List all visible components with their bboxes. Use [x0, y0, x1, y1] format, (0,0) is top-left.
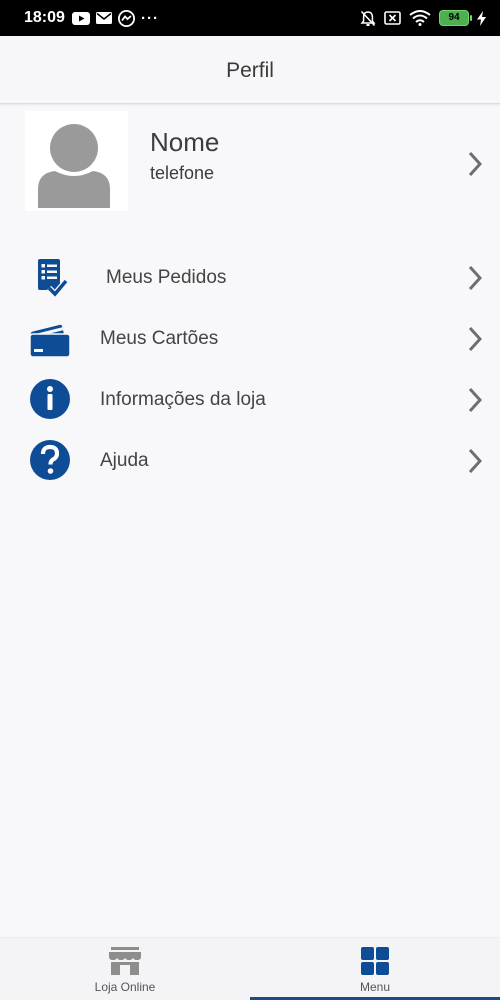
menu-item-meus-pedidos[interactable]: Meus Pedidos [0, 248, 500, 306]
tab-label: Loja Online [94, 980, 156, 994]
menu-item-label: Informações da loja [100, 389, 266, 410]
chevron-right-icon [468, 326, 482, 352]
help-icon [30, 440, 70, 480]
grid-icon [361, 947, 389, 975]
menu-item-label: Ajuda [100, 450, 149, 471]
youtube-icon [72, 11, 90, 25]
chevron-right-icon [468, 448, 482, 474]
messenger-icon [118, 9, 135, 27]
user-placeholder-icon [38, 124, 110, 208]
avatar [25, 111, 128, 211]
tab-loja-online[interactable]: Loja Online [0, 938, 250, 1000]
menu-item-label: Meus Pedidos [106, 267, 227, 288]
menu-item-label: Meus Cartões [100, 328, 219, 349]
charging-icon [477, 10, 486, 26]
profile-card[interactable]: Nome telefone [0, 105, 500, 215]
info-icon [30, 379, 70, 419]
menu-item-informacoes-loja[interactable]: Informações da loja [0, 370, 500, 428]
tab-menu[interactable]: Menu [250, 938, 500, 1000]
credit-card-icon [29, 324, 71, 358]
menu-item-meus-cartoes[interactable]: Meus Cartões [0, 309, 500, 367]
system-icons: 94 [360, 8, 486, 28]
notification-icons: ··· [72, 9, 159, 27]
store-icon [109, 947, 141, 975]
chevron-right-icon [468, 151, 482, 177]
profile-name: Nome [150, 127, 220, 157]
battery-icon: 94 [439, 10, 472, 26]
menu-item-ajuda[interactable]: Ajuda [0, 431, 500, 489]
order-list-icon [38, 259, 69, 297]
mail-icon [96, 12, 112, 24]
status-bar: 18:09 ··· 94 [0, 0, 500, 36]
bottom-nav: Loja Online Menu [0, 937, 500, 1000]
sim-off-icon [384, 11, 401, 25]
profile-phone: telefone [150, 163, 215, 183]
bell-off-icon [360, 10, 376, 26]
status-time: 18:09 [24, 9, 65, 26]
chevron-right-icon [468, 387, 482, 413]
tab-label: Menu [359, 980, 391, 994]
app-header: Perfil [0, 36, 500, 104]
wifi-icon [409, 10, 431, 26]
more-notifications-indicator: ··· [141, 9, 159, 27]
chevron-right-icon [468, 265, 482, 291]
page-title: Perfil [226, 59, 274, 82]
